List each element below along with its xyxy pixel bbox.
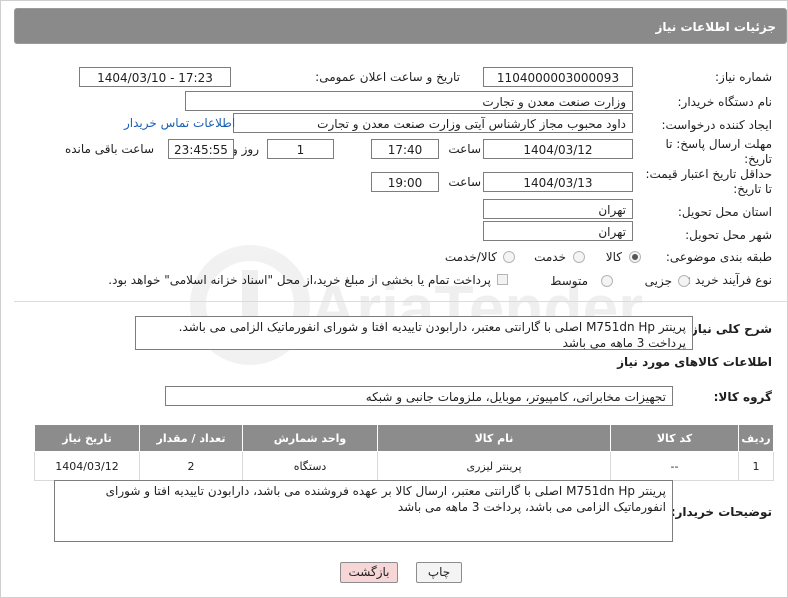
validity-time-label: ساعت <box>448 175 481 189</box>
validity-label-line2: تا تاریخ: <box>733 182 772 196</box>
province-label: استان محل تحویل: <box>677 205 772 219</box>
divider <box>14 301 787 302</box>
cell-code: -- <box>610 451 739 481</box>
buyer-field[interactable]: وزارت صنعت معدن و تجارت <box>185 91 633 111</box>
page-title: جزئیات اطلاعات نیاز <box>14 8 787 44</box>
category-service-label: خدمت <box>534 250 566 264</box>
deadline-label: مهلت ارسال پاسخ: تا تاریخ: <box>665 137 772 167</box>
need-number-label: شماره نیاز: <box>715 70 772 84</box>
col-header-code: کد کالا <box>610 424 739 452</box>
creator-label: ایجاد کننده درخواست: <box>661 118 772 132</box>
days-label: روز و <box>232 142 259 156</box>
category-goods-label: کالا <box>605 250 622 264</box>
items-table: ردیف کد کالا نام کالا واحد شمارش تعداد /… <box>34 424 774 481</box>
treasury-payment-checkbox[interactable] <box>497 274 508 285</box>
announce-date-field[interactable]: 1404/03/10 - 17:23 <box>79 67 231 87</box>
time-remaining-field[interactable]: 23:45:55 <box>168 139 234 159</box>
cell-name: پرینتر لیزری <box>377 451 611 481</box>
buyer-notes-textarea[interactable]: پرینتر M751dn Hp اصلی با گارانتی معتبر، … <box>54 480 673 542</box>
province-field[interactable]: تهران <box>483 199 633 219</box>
deadline-label-line2: تاریخ: <box>744 152 772 166</box>
process-medium-label: متوسط <box>550 274 588 288</box>
time-remaining-label: ساعت باقی مانده <box>64 142 154 156</box>
category-radio-goods[interactable] <box>629 251 641 263</box>
back-button[interactable]: بازگشت <box>340 562 398 583</box>
buyer-contact-link[interactable]: اطلاعات تماس خریدار <box>124 116 235 130</box>
process-label: نوع فرآیند خرید : <box>687 273 772 287</box>
goods-group-field[interactable]: تجهیزات مخابراتی، کامپیوتر، موبایل، ملزو… <box>165 386 673 406</box>
city-field[interactable]: تهران <box>483 221 633 241</box>
category-both-label: کالا/خدمت <box>444 250 497 264</box>
process-radio-minor[interactable] <box>678 275 690 287</box>
print-button[interactable]: چاپ <box>416 562 462 583</box>
validity-label: حداقل تاریخ اعتبار قیمت: تا تاریخ: <box>645 167 772 197</box>
days-remaining-field[interactable]: 1 <box>267 139 334 159</box>
cell-unit: دستگاه <box>242 451 378 481</box>
deadline-time-field[interactable]: 17:40 <box>371 139 439 159</box>
cell-date: 1404/03/12 <box>34 451 140 481</box>
treasury-payment-note: پرداخت تمام یا بخشی از مبلغ خرید،از محل … <box>108 273 491 287</box>
city-label: شهر محل تحویل: <box>685 228 772 242</box>
deadline-time-label: ساعت <box>448 142 481 156</box>
buyer-label: نام دستگاه خریدار: <box>677 95 773 109</box>
cell-qty: 2 <box>139 451 243 481</box>
process-minor-label: جزیی <box>644 274 672 288</box>
announce-date-label: تاریخ و ساعت اعلان عمومی: <box>315 70 460 84</box>
creator-field[interactable]: داود محبوب مجاز کارشناس آیتی وزارت صنعت … <box>233 113 633 133</box>
deadline-date-field[interactable]: 1404/03/12 <box>483 139 633 159</box>
process-radio-medium[interactable] <box>601 275 613 287</box>
col-header-date: تاریخ نیاز <box>34 424 140 452</box>
cell-row: 1 <box>738 451 774 481</box>
category-label: طبقه بندی موضوعی: <box>665 250 772 264</box>
validity-label-line1: حداقل تاریخ اعتبار قیمت: <box>645 167 772 181</box>
col-header-row: ردیف <box>738 424 774 452</box>
goods-group-label: گروه کالا: <box>713 390 772 404</box>
col-header-name: نام کالا <box>377 424 611 452</box>
validity-date-field[interactable]: 1404/03/13 <box>483 172 633 192</box>
table-row[interactable]: 1 -- پرینتر لیزری دستگاه 2 1404/03/12 <box>34 451 774 481</box>
need-number-field[interactable]: 1104000003000093 <box>483 67 633 87</box>
description-textarea[interactable]: پرینتر M751dn Hp اصلی با گارانتی معتبر، … <box>135 316 693 350</box>
deadline-label-line1: مهلت ارسال پاسخ: تا <box>665 137 772 151</box>
category-radio-both[interactable] <box>503 251 515 263</box>
col-header-qty: تعداد / مقدار <box>139 424 243 452</box>
items-table-header: ردیف کد کالا نام کالا واحد شمارش تعداد /… <box>34 424 774 452</box>
category-radio-service[interactable] <box>573 251 585 263</box>
validity-time-field[interactable]: 19:00 <box>371 172 439 192</box>
description-label: شرح کلی نیاز: <box>686 322 772 336</box>
goods-section-title: اطلاعات کالاهای مورد نیاز <box>617 355 772 369</box>
col-header-unit: واحد شمارش <box>242 424 378 452</box>
buyer-notes-label: توضیحات خریدار: <box>670 505 772 519</box>
